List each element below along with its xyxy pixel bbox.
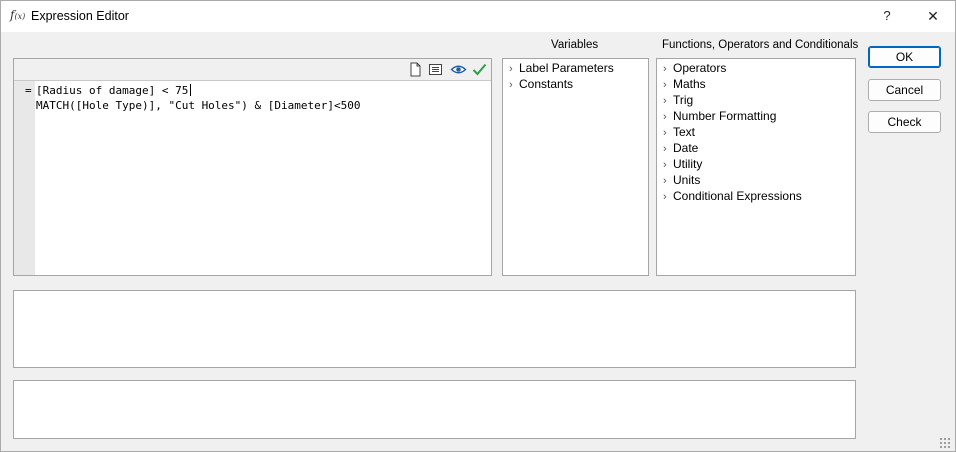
chevron-right-icon: › xyxy=(663,111,667,123)
functions-tree: › Operators › Maths › Trig › Number Formatti… xyxy=(656,58,856,276)
chevron-right-icon: › xyxy=(663,175,667,187)
text-caret xyxy=(190,84,192,96)
expression-text-area[interactable]: [Radius of damage] < 75 MATCH([Hole Type… xyxy=(36,83,361,113)
tree-item-label-parameters[interactable]: › Label Parameters xyxy=(509,60,614,76)
help-button[interactable]: ? xyxy=(867,4,907,28)
equals-prefix: = xyxy=(25,84,32,97)
expression-editor-dialog: f(x) Expression Editor ? ✕ = [Radius of … xyxy=(0,0,956,452)
window-title: Expression Editor xyxy=(31,9,129,23)
tree-item-number-formatting[interactable]: › Number Formatting xyxy=(663,108,776,124)
expression-editor: = [Radius of damage] < 75 MATCH([Hole Ty… xyxy=(13,58,492,276)
tree-item-utility[interactable]: › Utility xyxy=(663,156,702,172)
code-line: [Radius of damage] < 75 xyxy=(36,84,189,97)
variables-header: Variables xyxy=(551,39,599,51)
tree-item-maths[interactable]: › Maths xyxy=(663,76,706,92)
chevron-right-icon: › xyxy=(663,63,667,75)
eye-icon[interactable] xyxy=(450,61,467,78)
description-box xyxy=(13,290,856,368)
chevron-right-icon: › xyxy=(663,95,667,107)
tree-item-trig[interactable]: › Trig xyxy=(663,92,693,108)
tree-item-constants[interactable]: › Constants xyxy=(509,76,573,92)
function-icon: f(x) xyxy=(10,8,26,22)
editor-toolbar xyxy=(14,59,491,81)
functions-header: Functions, Operators and Conditionals xyxy=(662,39,859,51)
tree-item-operators[interactable]: › Operators xyxy=(663,60,726,76)
cancel-button[interactable]: Cancel xyxy=(868,79,941,101)
checkmark-icon[interactable] xyxy=(471,61,488,78)
resize-grip[interactable] xyxy=(939,437,951,449)
title-bar: f(x) Expression Editor ? ✕ xyxy=(1,1,955,32)
chevron-right-icon: › xyxy=(663,191,667,203)
variables-tree: › Label Parameters › Constants xyxy=(502,58,649,276)
chevron-right-icon: › xyxy=(509,63,513,75)
chevron-right-icon: › xyxy=(663,79,667,91)
tree-item-units[interactable]: › Units xyxy=(663,172,700,188)
chevron-right-icon: › xyxy=(663,127,667,139)
check-button[interactable]: Check xyxy=(868,111,941,133)
tree-item-text[interactable]: › Text xyxy=(663,124,695,140)
tree-item-date[interactable]: › Date xyxy=(663,140,698,156)
ok-button[interactable]: OK xyxy=(868,46,941,68)
list-icon[interactable] xyxy=(427,61,444,78)
chevron-right-icon: › xyxy=(663,143,667,155)
new-document-icon[interactable] xyxy=(407,61,424,78)
code-line: MATCH([Hole Type)], "Cut Holes") & [Diam… xyxy=(36,99,361,112)
close-button[interactable]: ✕ xyxy=(913,4,953,28)
line-gutter: = xyxy=(14,81,35,275)
tree-item-conditional-expressions[interactable]: › Conditional Expressions xyxy=(663,188,802,204)
chevron-right-icon: › xyxy=(509,79,513,91)
chevron-right-icon: › xyxy=(663,159,667,171)
result-box xyxy=(13,380,856,439)
